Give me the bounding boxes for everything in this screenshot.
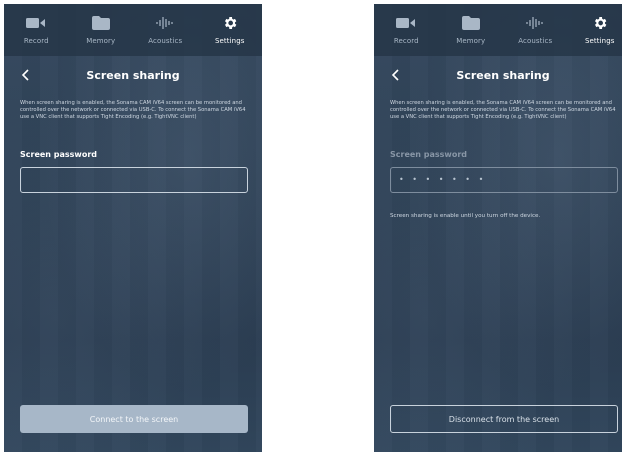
nav-item-memory[interactable]: Memory [71, 4, 131, 45]
page-title: Screen sharing [456, 68, 550, 82]
video-camera-icon [26, 14, 46, 32]
screen-sharing-description: When screen sharing is enabled, the Sona… [390, 100, 616, 120]
screen-password-label: Screen password [390, 150, 467, 159]
page-header: Screen sharing [374, 60, 622, 90]
gear-icon [222, 14, 238, 32]
screen-sharing-description: When screen sharing is enabled, the Sona… [20, 100, 246, 120]
back-button[interactable] [16, 66, 34, 84]
nav-label-settings: Settings [214, 37, 245, 45]
nav-item-acoustics[interactable]: Acoustics [505, 4, 565, 45]
back-button[interactable] [386, 66, 404, 84]
nav-item-memory[interactable]: Memory [441, 4, 501, 45]
top-navigation: Record Memory Acoustics Settings [4, 4, 262, 56]
video-camera-icon [396, 14, 416, 32]
phone-screen-disabled: Record Memory Acoustics Settings Screen … [4, 4, 262, 452]
nav-item-record[interactable]: Record [6, 4, 66, 45]
nav-label-record: Record [393, 37, 419, 45]
gear-icon [592, 14, 608, 32]
page-header: Screen sharing [4, 60, 262, 90]
nav-label-record: Record [23, 37, 49, 45]
nav-label-memory: Memory [86, 37, 116, 45]
top-navigation: Record Memory Acoustics Settings [374, 4, 622, 56]
folder-icon [461, 14, 480, 32]
screen-password-input[interactable]: • • • • • • • [390, 167, 618, 193]
page-title: Screen sharing [86, 68, 180, 82]
nav-label-acoustics: Acoustics [148, 37, 183, 45]
nav-item-settings[interactable]: Settings [200, 4, 260, 45]
screen-password-label: Screen password [20, 150, 97, 159]
nav-label-acoustics: Acoustics [518, 37, 553, 45]
waveform-icon [525, 14, 545, 32]
folder-icon [91, 14, 110, 32]
chevron-left-icon [21, 69, 29, 81]
screen-password-input[interactable] [20, 167, 248, 193]
sharing-status-note: Screen sharing is enable until you turn … [390, 213, 541, 219]
nav-label-settings: Settings [584, 37, 615, 45]
nav-label-memory: Memory [456, 37, 486, 45]
disconnect-button[interactable]: Disconnect from the screen [390, 405, 618, 433]
waveform-icon [155, 14, 175, 32]
nav-item-settings[interactable]: Settings [570, 4, 622, 45]
connect-button[interactable]: Connect to the screen [20, 405, 248, 433]
nav-item-acoustics[interactable]: Acoustics [135, 4, 195, 45]
nav-item-record[interactable]: Record [376, 4, 436, 45]
chevron-left-icon [391, 69, 399, 81]
phone-screen-enabled: Record Memory Acoustics Settings Screen … [374, 4, 622, 452]
